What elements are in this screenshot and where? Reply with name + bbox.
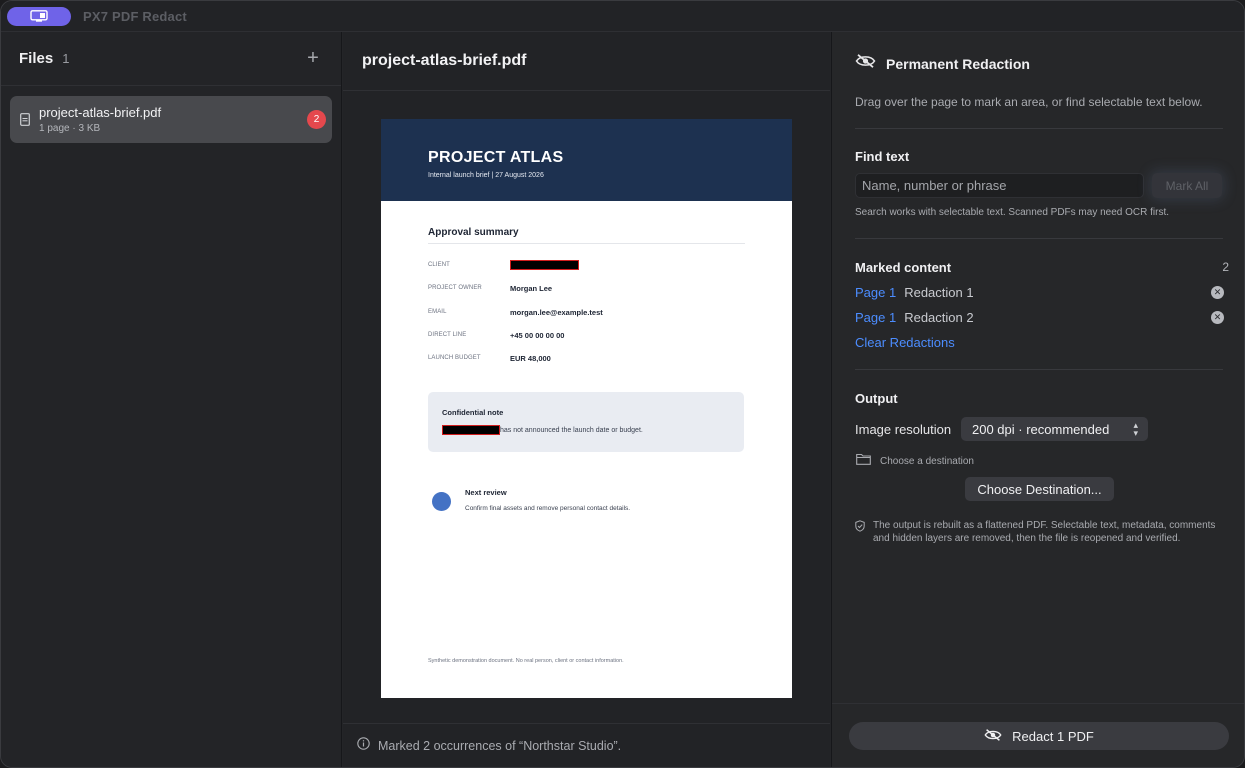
next-review-text: Confirm final assets and remove personal…	[465, 505, 631, 512]
divider	[855, 128, 1223, 129]
output-note-text: The output is rebuilt as a flattened PDF…	[873, 520, 1216, 544]
app-switcher-button[interactable]	[7, 6, 71, 26]
files-sidebar: Files 1 + project-atlas-brief.pdf 1 page…	[1, 32, 342, 767]
marked-item[interactable]: Page 1 Redaction 1 ✕	[855, 283, 1224, 301]
pdf-page[interactable]: PROJECT ATLAS Internal launch brief | 27…	[381, 119, 792, 698]
remove-icon[interactable]: ✕	[1211, 310, 1224, 324]
marked-item-name: Redaction 2	[904, 309, 974, 325]
find-text-heading: Find text	[855, 149, 910, 164]
note-line: has not announced the launch date or bud…	[442, 425, 744, 435]
app-window: PX7 PDF Redact Files 1 + project-atlas-b…	[0, 0, 1245, 768]
divider	[428, 243, 745, 244]
document-preview: project-atlas-brief.pdf PROJECT ATLAS In…	[343, 32, 830, 767]
redaction-panel: Permanent Redaction Drag over the page t…	[831, 32, 1244, 767]
mark-all-button[interactable]: Mark All	[1152, 173, 1222, 198]
row-label: PROJECT OWNER	[428, 285, 482, 291]
note-title: Confidential note	[442, 408, 504, 417]
document-icon	[17, 112, 33, 128]
document-title: project-atlas-brief.pdf	[362, 52, 527, 69]
monitor-icon	[30, 10, 48, 22]
row-label: DIRECT LINE	[428, 332, 467, 338]
panel-description: Drag over the page to mark an area, or f…	[855, 95, 1203, 109]
confidential-note: Confidential note has not announced the …	[428, 392, 744, 452]
sidebar-title: Files	[19, 50, 54, 67]
marked-item-page-link[interactable]: Page 1	[855, 310, 896, 325]
divider	[855, 238, 1223, 239]
status-bar: Marked 2 occurrences of “Northstar Studi…	[343, 723, 830, 767]
redaction-mark[interactable]	[510, 260, 579, 270]
panel-footer: Redact 1 PDF	[832, 703, 1244, 767]
summary-row-budget: LAUNCH BUDGET EUR 48,000	[428, 352, 551, 364]
remove-icon[interactable]: ✕	[1211, 285, 1224, 299]
destination-text: Choose a destination	[880, 455, 974, 467]
panel-header: Permanent Redaction	[855, 54, 1030, 73]
status-text: Marked 2 occurrences of “Northstar Studi…	[378, 738, 622, 753]
file-list-item[interactable]: project-atlas-brief.pdf 1 page · 3 KB 2	[10, 96, 332, 143]
marked-item[interactable]: Page 1 Redaction 2 ✕	[855, 308, 1224, 326]
summary-row-client: CLIENT	[428, 259, 579, 271]
find-hint: Search works with selectable text. Scann…	[855, 207, 1170, 218]
find-text-input[interactable]	[855, 173, 1144, 198]
row-value: morgan.lee@example.test	[510, 307, 603, 317]
folder-icon	[856, 452, 871, 470]
clear-redactions-link[interactable]: Clear Redactions	[855, 335, 955, 350]
next-review-title: Next review	[465, 488, 507, 497]
row-value: EUR 48,000	[510, 353, 551, 363]
resolution-label: Image resolution	[855, 422, 952, 437]
output-heading: Output	[855, 391, 898, 406]
page-banner: PROJECT ATLAS Internal launch brief | 27…	[381, 119, 792, 201]
file-name: project-atlas-brief.pdf	[39, 105, 162, 120]
marked-item-page-link[interactable]: Page 1	[855, 285, 896, 300]
marked-content-heading: Marked content	[855, 260, 952, 275]
summary-row-email: EMAIL morgan.lee@example.test	[428, 306, 603, 318]
eye-slash-icon	[855, 54, 876, 73]
redaction-mark[interactable]	[442, 425, 500, 435]
approval-summary-heading: Approval summary	[428, 227, 519, 238]
marked-item-name: Redaction 1	[904, 284, 974, 300]
add-file-button[interactable]: +	[303, 48, 323, 69]
title-bar: PX7 PDF Redact	[1, 1, 1244, 32]
app-title: PX7 PDF Redact	[83, 8, 187, 24]
redact-pdf-button[interactable]: Redact 1 PDF	[849, 722, 1229, 750]
redact-button-label: Redact 1 PDF	[1012, 728, 1094, 744]
redaction-count-badge: 2	[307, 110, 326, 129]
page-footer: Synthetic demonstration document. No rea…	[428, 658, 624, 664]
file-info: project-atlas-brief.pdf 1 page · 3 KB	[39, 105, 161, 134]
files-count: 1	[62, 51, 70, 66]
resolution-value: 200 dpi · recommended	[972, 421, 1110, 437]
destination-row: Choose a destination	[856, 452, 974, 470]
review-dot	[432, 492, 451, 511]
marked-count: 2	[1222, 260, 1229, 274]
divider	[855, 369, 1223, 370]
row-value: Morgan Lee	[510, 283, 553, 293]
output-note: The output is rebuilt as a flattened PDF…	[855, 519, 1220, 545]
row-label: CLIENT	[428, 262, 450, 268]
resolution-select[interactable]: 200 dpi · recommended ▴ ▾	[961, 417, 1148, 441]
panel-title: Permanent Redaction	[886, 55, 1030, 72]
chevron-up-down-icon: ▴ ▾	[1133, 420, 1138, 438]
document-header: project-atlas-brief.pdf	[343, 32, 830, 91]
file-meta: 1 page · 3 KB	[39, 123, 101, 134]
page-title: PROJECT ATLAS	[428, 149, 564, 166]
summary-row-phone: DIRECT LINE +45 00 00 00 00	[428, 329, 564, 341]
eye-slash-icon	[984, 728, 1002, 744]
shield-check-icon	[855, 519, 865, 545]
sidebar-header: Files 1 +	[1, 32, 341, 86]
page-subtitle: Internal launch brief | 27 August 2026	[428, 172, 544, 179]
row-value: +45 00 00 00 00	[510, 330, 565, 340]
info-icon	[357, 736, 370, 755]
row-label: LAUNCH BUDGET	[428, 355, 481, 361]
summary-row-owner: PROJECT OWNER Morgan Lee	[428, 282, 552, 294]
row-label: EMAIL	[428, 309, 447, 315]
note-text: has not announced the launch date or bud…	[500, 426, 643, 434]
choose-destination-button[interactable]: Choose Destination...	[965, 477, 1114, 501]
